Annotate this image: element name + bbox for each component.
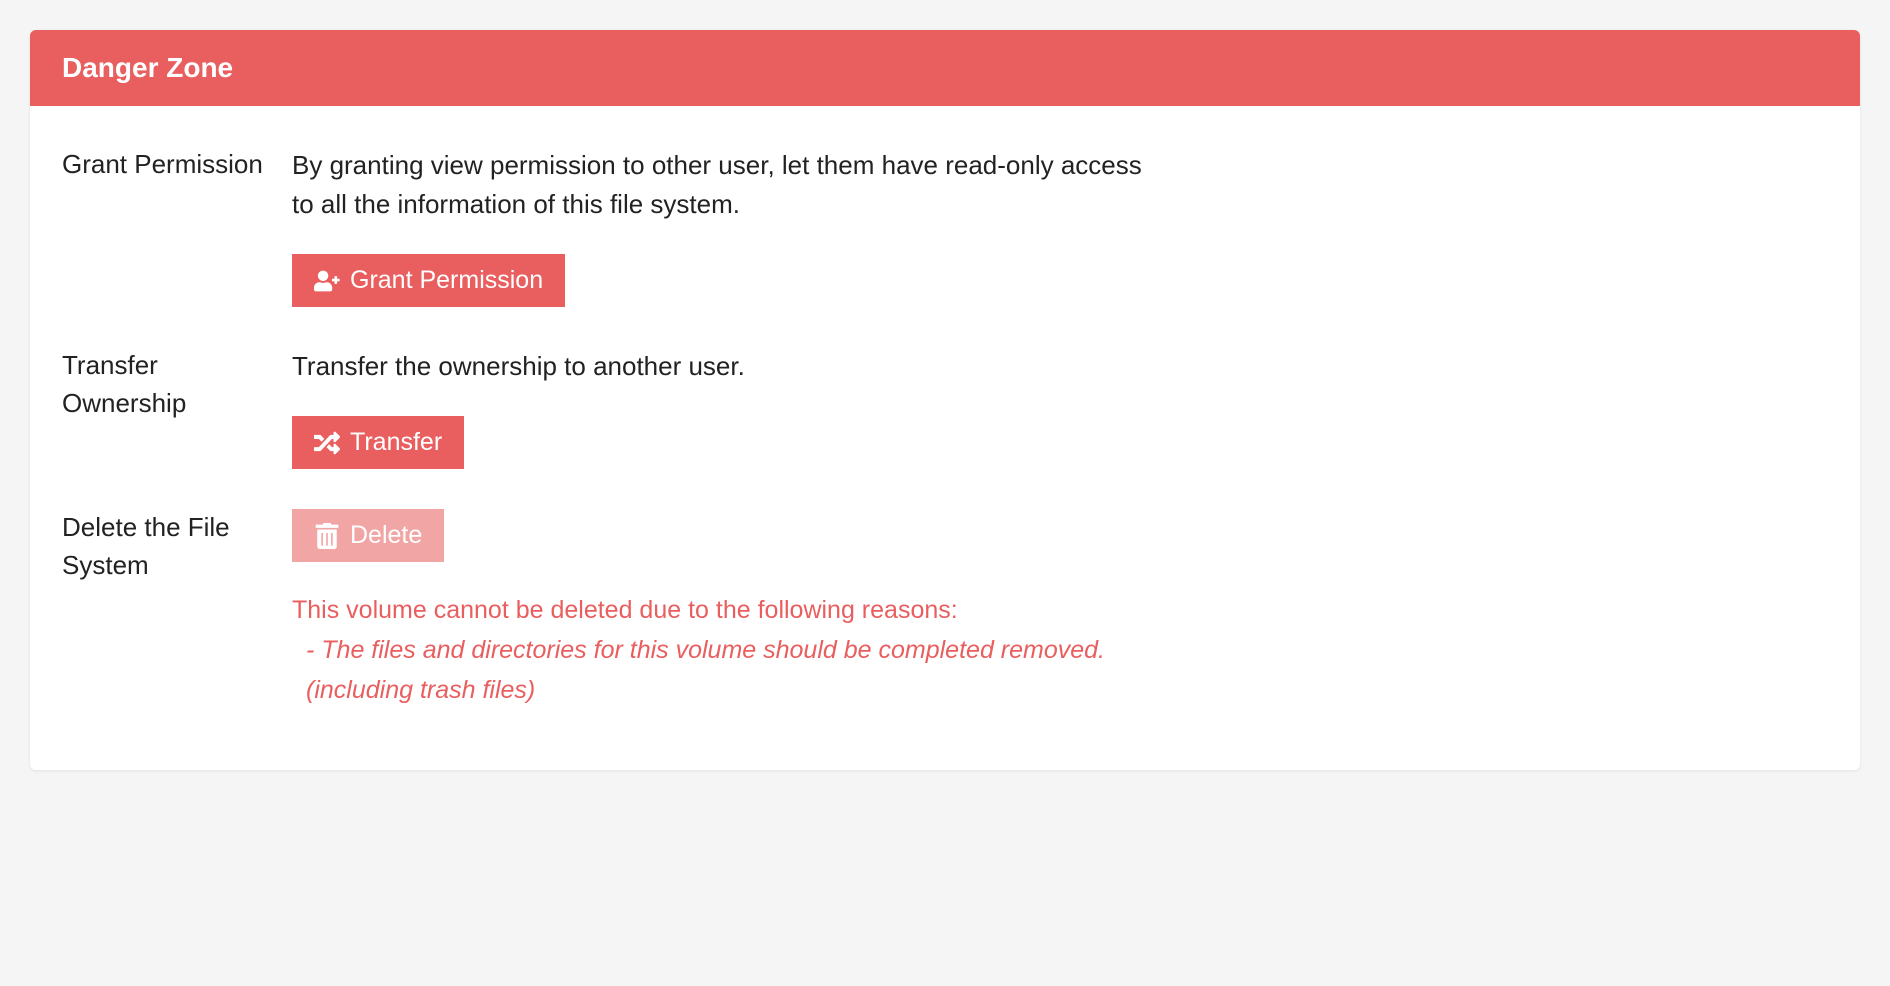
delete-warning-reason: - The files and directories for this vol… (292, 630, 1142, 710)
panel-title: Danger Zone (30, 30, 1860, 106)
grant-permission-label: Grant Permission (62, 146, 292, 307)
delete-warning: This volume cannot be deleted due to the… (292, 590, 1142, 710)
panel-body: Grant Permission By granting view permis… (30, 106, 1860, 770)
transfer-button[interactable]: Transfer (292, 416, 464, 469)
delete-button: Delete (292, 509, 444, 562)
delete-button-label: Delete (350, 521, 422, 550)
transfer-button-label: Transfer (350, 428, 442, 457)
transfer-ownership-description: Transfer the ownership to another user. (292, 347, 1142, 386)
grant-permission-button-label: Grant Permission (350, 266, 543, 295)
grant-permission-row: Grant Permission By granting view permis… (62, 146, 1828, 307)
user-plus-icon (314, 268, 340, 294)
danger-zone-panel: Danger Zone Grant Permission By granting… (30, 30, 1860, 770)
grant-permission-button[interactable]: Grant Permission (292, 254, 565, 307)
shuffle-icon (314, 430, 340, 456)
transfer-ownership-label: Transfer Ownership (62, 347, 292, 469)
grant-permission-description: By granting view permission to other use… (292, 146, 1142, 224)
transfer-ownership-row: Transfer Ownership Transfer the ownershi… (62, 347, 1828, 469)
delete-filesystem-label: Delete the File System (62, 509, 292, 710)
delete-filesystem-row: Delete the File System Delete This volum… (62, 509, 1828, 710)
trash-icon (314, 523, 340, 549)
delete-warning-intro: This volume cannot be deleted due to the… (292, 590, 1142, 630)
